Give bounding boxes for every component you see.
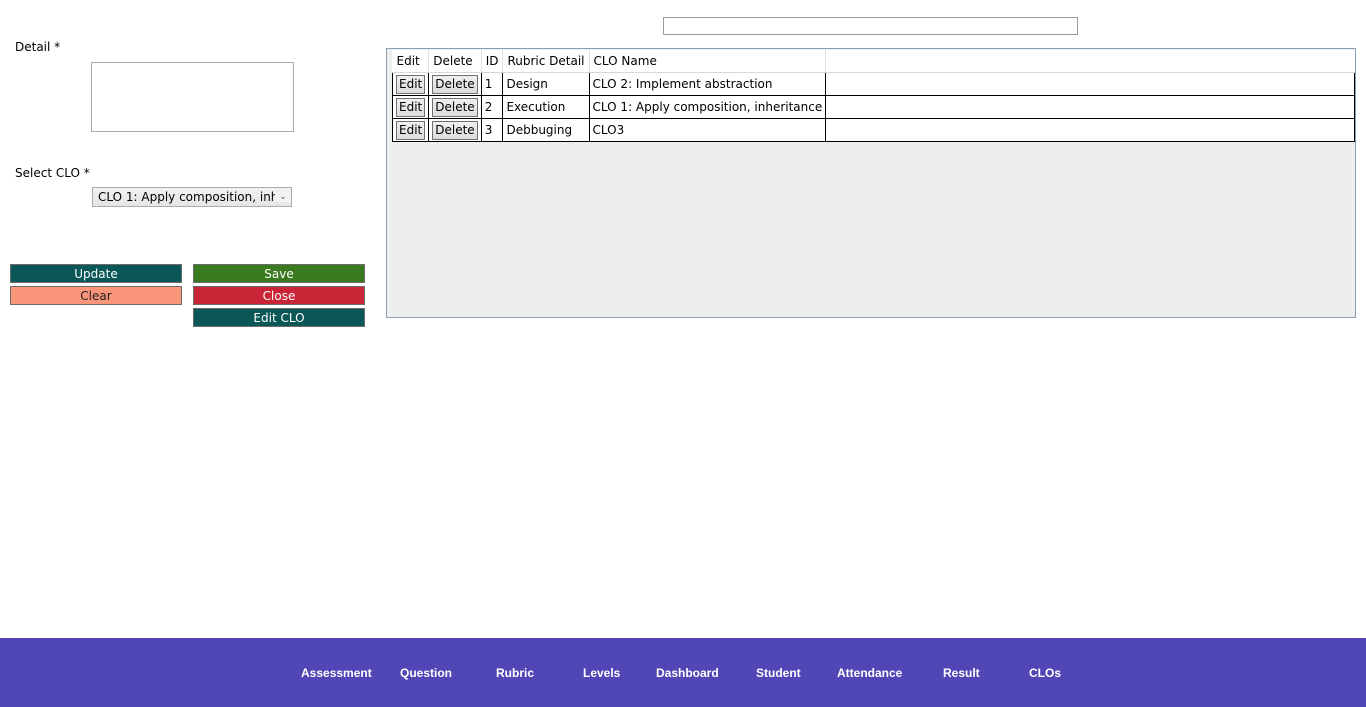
row-delete-button[interactable]: Delete xyxy=(432,74,478,94)
id-cell[interactable]: 1 xyxy=(480,72,504,96)
rubric-detail-cell[interactable]: Debbuging xyxy=(502,118,590,142)
nav-result[interactable]: Result xyxy=(943,638,980,707)
nav-rubric[interactable]: Rubric xyxy=(496,638,534,707)
id-cell[interactable]: 2 xyxy=(480,95,504,119)
detail-textarea[interactable] xyxy=(91,62,294,132)
table-header-row: Edit Delete ID Rubric Detail CLO Name xyxy=(392,50,1355,73)
id-cell[interactable]: 3 xyxy=(480,118,504,142)
row-delete-button[interactable]: Delete xyxy=(432,97,478,117)
filler-cell xyxy=(825,95,1355,119)
delete-cell: Delete xyxy=(428,95,482,119)
update-button[interactable]: Update xyxy=(10,264,182,283)
close-button[interactable]: Close xyxy=(193,286,365,305)
filler-cell xyxy=(825,118,1355,142)
chevron-down-icon: ⌄ xyxy=(275,192,291,202)
clo-select-value: CLO 1: Apply composition, inherit xyxy=(98,190,275,204)
column-header-delete[interactable]: Delete xyxy=(428,50,482,73)
row-edit-button[interactable]: Edit xyxy=(396,97,426,117)
row-edit-button[interactable]: Edit xyxy=(396,120,426,140)
footer-nav-bar: Assessment Question Rubric Levels Dashbo… xyxy=(0,638,1366,707)
nav-dashboard[interactable]: Dashboard xyxy=(656,638,719,707)
nav-attendance[interactable]: Attendance xyxy=(837,638,902,707)
nav-student[interactable]: Student xyxy=(756,638,801,707)
row-edit-button[interactable]: Edit xyxy=(396,74,426,94)
column-header-filler xyxy=(825,50,1355,73)
nav-clos[interactable]: CLOs xyxy=(1029,638,1061,707)
rubric-detail-cell[interactable]: Design xyxy=(502,72,590,96)
search-input[interactable] xyxy=(663,17,1078,35)
table-row[interactable]: Edit Delete 2 Execution CLO 1: Apply com… xyxy=(391,95,1355,119)
column-header-id[interactable]: ID xyxy=(481,50,504,73)
clo-name-cell[interactable]: CLO3 xyxy=(588,118,827,142)
nav-levels[interactable]: Levels xyxy=(583,638,620,707)
clo-name-cell[interactable]: CLO 2: Implement abstraction xyxy=(588,72,827,96)
table-row[interactable]: Edit Delete 1 Design CLO 2: Implement ab… xyxy=(391,72,1355,96)
detail-label: Detail * xyxy=(15,40,61,54)
row-delete-button[interactable]: Delete xyxy=(432,120,478,140)
nav-question[interactable]: Question xyxy=(400,638,452,707)
delete-cell: Delete xyxy=(428,118,482,142)
column-header-clo-name[interactable]: CLO Name xyxy=(589,50,827,73)
clear-button[interactable]: Clear xyxy=(10,286,182,305)
select-clo-label: Select CLO * xyxy=(15,166,90,180)
table-row[interactable]: Edit Delete 3 Debbuging CLO3 xyxy=(391,118,1355,142)
rubric-detail-cell[interactable]: Execution xyxy=(502,95,590,119)
save-button[interactable]: Save xyxy=(193,264,365,283)
clo-name-cell[interactable]: CLO 1: Apply composition, inheritance xyxy=(588,95,827,119)
filler-cell xyxy=(825,72,1355,96)
edit-cell: Edit xyxy=(391,118,430,142)
edit-cell: Edit xyxy=(391,72,430,96)
column-header-rubric-detail[interactable]: Rubric Detail xyxy=(502,50,590,73)
clo-select[interactable]: CLO 1: Apply composition, inherit ⌄ xyxy=(92,187,292,207)
nav-assessment[interactable]: Assessment xyxy=(301,638,372,707)
delete-cell: Delete xyxy=(428,72,482,96)
edit-clo-button[interactable]: Edit CLO xyxy=(193,308,365,327)
rubric-table: Edit Delete ID Rubric Detail CLO Name Ed… xyxy=(391,50,1355,142)
edit-cell: Edit xyxy=(391,95,430,119)
rubric-grid[interactable]: Edit Delete ID Rubric Detail CLO Name Ed… xyxy=(386,48,1356,318)
column-header-edit[interactable]: Edit xyxy=(392,50,430,73)
